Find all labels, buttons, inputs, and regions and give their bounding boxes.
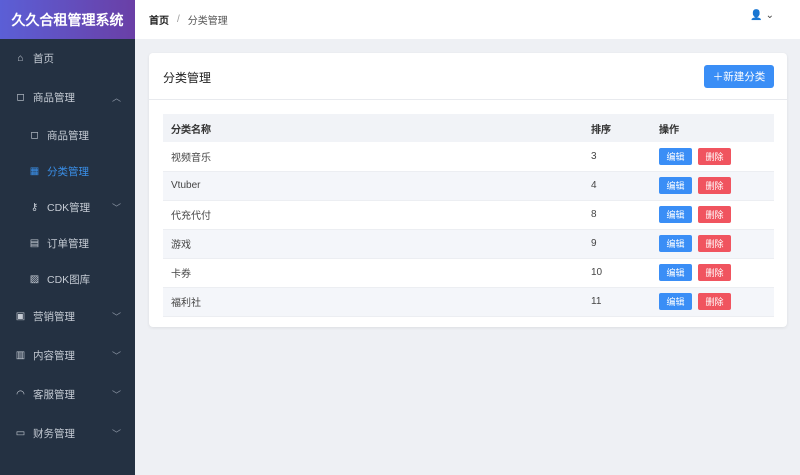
breadcrumb-separator: /	[177, 14, 180, 25]
sidebar-item[interactable]: ▭ 财务管理 ﹀	[0, 414, 135, 453]
sidebar-item[interactable]: ◻ 商品管理	[0, 117, 135, 153]
edit-button[interactable]: 编辑	[659, 264, 692, 281]
col-actions: 操作	[651, 114, 774, 142]
edit-button[interactable]: 编辑	[659, 147, 692, 165]
sidebar-item-label: 商品管理	[33, 92, 75, 104]
sidebar-item-label: 首页	[33, 53, 54, 65]
delete-button[interactable]: 删除	[698, 293, 731, 310]
sidebar-item-label: 订单管理	[47, 237, 89, 250]
user-menu[interactable]: 👤 ⌄	[750, 10, 774, 21]
sidebar-item-label: 财务管理	[33, 428, 75, 440]
sidebar-item-label: CDK管理	[47, 201, 91, 214]
bag-icon: ◻	[30, 129, 39, 141]
category-table: 分类名称 排序 操作 视频音乐 3 编辑 删除 Vtuber 4 编辑 删除 代充代付 8 编辑 删除…	[163, 114, 774, 317]
sidebar-item-label: 内容管理	[33, 350, 75, 362]
category-name: Vtuber	[163, 171, 583, 201]
home-icon: ⌂	[17, 53, 24, 64]
edit-button[interactable]: 编辑	[659, 235, 692, 252]
sidebar-item-label: 商品管理	[47, 129, 89, 142]
sidebar-item[interactable]: ◻ 商品管理 ︿	[0, 78, 135, 117]
table-row: 代充代付 8 编辑 删除	[163, 200, 774, 230]
category-name: 卡券	[163, 258, 583, 288]
user-icon: 👤	[750, 10, 763, 21]
new-category-button[interactable]: ＋新建分类	[704, 65, 774, 88]
chevron-down-icon: ﹀	[111, 429, 121, 439]
table-row: 游戏 9 编辑 删除	[163, 229, 774, 259]
edit-button[interactable]: 编辑	[659, 206, 692, 223]
sidebar: 久久合租管理系统 ⌂ 首页 ◻ 商品管理 ︿ ◻ 商品管理 ▦ 分类管理 ⚷ CDK管理 ﹀ ▤ 订单管理…	[0, 0, 135, 475]
image-icon: ▨	[29, 273, 40, 285]
sidebar-item-label: 客服管理	[33, 389, 75, 401]
chevron-down-icon: ⌄	[765, 10, 774, 21]
delete-button[interactable]: 删除	[698, 206, 731, 223]
sidebar-item[interactable]: ▦ 分类管理	[0, 153, 135, 189]
card-title: 分类管理	[163, 71, 212, 85]
clipboard-icon: ▤	[29, 237, 40, 249]
col-name: 分类名称	[163, 114, 583, 142]
chevron-down-icon: ﹀	[111, 312, 121, 322]
col-sort: 排序	[583, 114, 651, 142]
header: 首页 / 分类管理 👤 ⌄	[135, 0, 800, 39]
category-name: 游戏	[163, 229, 583, 259]
breadcrumb-current: 分类管理	[187, 16, 228, 27]
table-row: 视频音乐 3 编辑 删除	[163, 142, 774, 172]
delete-button[interactable]: 删除	[698, 177, 731, 194]
key-icon: ⚷	[30, 201, 39, 213]
gift-icon: ▣	[15, 311, 26, 322]
app-title: 久久合租管理系统	[0, 0, 135, 39]
table-row: 福利社 11 编辑 删除	[163, 287, 774, 317]
category-card: 分类管理 ＋新建分类 分类名称 排序 操作 视频音乐 3 编辑 删除 Vtuber 4 编辑…	[149, 53, 787, 327]
card-icon: ▭	[15, 428, 26, 439]
sidebar-item-label: 营销管理	[33, 311, 75, 323]
chevron-down-icon: ﹀	[111, 390, 121, 400]
sidebar-item[interactable]: ◠ 客服管理 ﹀	[0, 375, 135, 414]
table-row: Vtuber 4 编辑 删除	[163, 171, 774, 201]
category-name: 福利社	[163, 287, 583, 317]
category-sort: 11	[583, 287, 651, 317]
delete-button[interactable]: 删除	[698, 147, 731, 165]
sidebar-item[interactable]: ▣ 营销管理 ﹀	[0, 297, 135, 336]
chevron-up-icon: ︿	[111, 93, 121, 103]
category-sort: 4	[583, 171, 651, 201]
category-sort: 8	[583, 200, 651, 230]
headset-icon: ◠	[16, 389, 25, 400]
category-sort: 10	[583, 258, 651, 288]
sidebar-item[interactable]: ▨ CDK图库	[0, 261, 135, 297]
sidebar-item[interactable]: ⚷ CDK管理 ﹀	[0, 189, 135, 225]
category-sort: 3	[583, 142, 651, 172]
sidebar-item[interactable]: ⌂ 首页	[0, 39, 135, 78]
divider	[149, 99, 787, 100]
category-name: 代充代付	[163, 200, 583, 230]
table-row: 卡券 10 编辑 删除	[163, 258, 774, 288]
sidebar-item-label: 分类管理	[47, 165, 89, 178]
grid-icon: ▦	[29, 165, 40, 177]
edit-button[interactable]: 编辑	[659, 177, 692, 194]
sidebar-item-label: CDK图库	[47, 273, 91, 286]
breadcrumb-home[interactable]: 首页	[149, 12, 169, 27]
category-sort: 9	[583, 229, 651, 259]
edit-button[interactable]: 编辑	[659, 293, 692, 310]
books-icon: ▥	[15, 350, 26, 361]
delete-button[interactable]: 删除	[698, 235, 731, 252]
chevron-down-icon: ﹀	[111, 351, 121, 361]
category-name: 视频音乐	[163, 142, 583, 172]
bag-icon: ◻	[16, 92, 25, 103]
delete-button[interactable]: 删除	[698, 264, 731, 281]
sidebar-item[interactable]: ▥ 内容管理 ﹀	[0, 336, 135, 375]
chevron-down-icon: ﹀	[111, 202, 121, 213]
sidebar-item[interactable]: ▤ 订单管理	[0, 225, 135, 261]
